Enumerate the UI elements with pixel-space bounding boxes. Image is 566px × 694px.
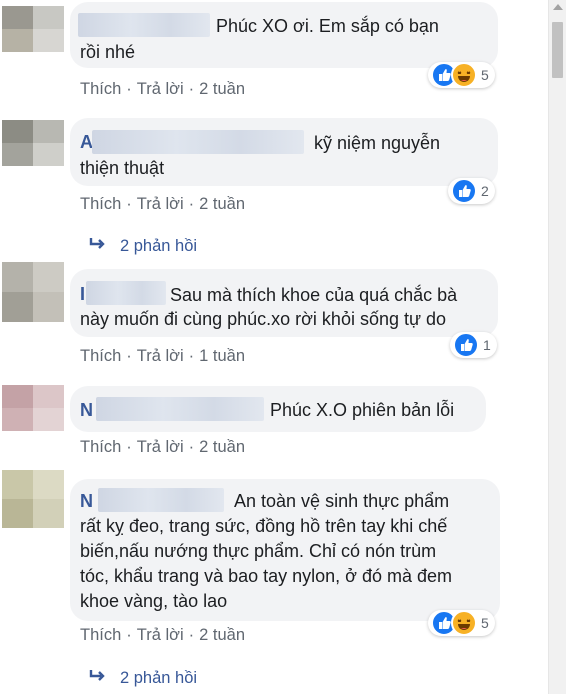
comment-text: này muốn đi cùng phúc.xo rời khỏi sống t… (80, 309, 447, 329)
reply-link[interactable]: Trả lời (137, 438, 184, 456)
separator: · (188, 626, 195, 644)
comment-bubble: N An toàn vệ sinh thực phẩm rất kỵ đeo, … (70, 479, 500, 621)
separator: · (126, 347, 132, 365)
timestamp-link[interactable]: 1 tuần (199, 347, 245, 365)
reaction-summary[interactable]: 5 (428, 62, 495, 88)
comment-actions: Thích · Trả lời · 2 tuần (80, 437, 245, 457)
reaction-summary[interactable]: 1 (450, 332, 497, 358)
commenter-name[interactable] (92, 130, 304, 154)
commenter-initial[interactable]: N (80, 489, 93, 513)
like-icon (451, 178, 477, 204)
comment-text: rồi nhé (80, 42, 136, 62)
reply-link[interactable]: Trả lời (137, 80, 184, 98)
reaction-count: 5 (481, 67, 489, 83)
haha-icon (451, 62, 477, 88)
comment-text: thiện thuật (80, 158, 165, 178)
comment-bubble: I Sau mà thích khoe của quá chắc bà này … (70, 269, 498, 337)
comment-text: Phúc XO ơi. Em sắp có bạn (216, 16, 439, 36)
reply-link[interactable]: Trả lời (137, 626, 184, 644)
like-link[interactable]: Thích (80, 626, 121, 644)
replies-count-label: 2 phản hồi (120, 237, 198, 255)
separator: · (126, 195, 132, 213)
comment-actions: Thích · Trả lời · 2 tuần (80, 194, 245, 214)
haha-icon (451, 610, 477, 636)
avatar[interactable] (2, 262, 64, 322)
comment-actions: Thích · Trả lời · 2 tuần (80, 79, 245, 99)
comment-text: Phúc X.O phiên bản lỗi (270, 400, 455, 420)
timestamp-link[interactable]: 2 tuần (199, 626, 245, 644)
reply-link[interactable]: Trả lời (137, 195, 184, 213)
commenter-name[interactable] (78, 13, 210, 37)
reaction-count: 5 (481, 615, 489, 631)
comment-text: Sau mà thích khoe của quá chắc bà (170, 285, 458, 305)
separator: · (188, 195, 195, 213)
comment-text: biến,nấu nướng thực phẩm. Chỉ có nón trù… (80, 541, 437, 561)
like-link[interactable]: Thích (80, 347, 121, 365)
comment-bubble: N Phúc X.O phiên bản lỗi (70, 386, 486, 432)
comment-actions: Thích · Trả lời · 2 tuần (80, 625, 245, 645)
comment-text: khoe vàng, tào lao (80, 591, 228, 611)
commenter-name[interactable] (98, 488, 224, 512)
avatar[interactable] (2, 385, 64, 431)
avatar[interactable] (2, 6, 64, 52)
scrollbar-thumb[interactable] (552, 22, 563, 78)
like-icon (453, 332, 479, 358)
scroll-up-arrow-icon[interactable] (553, 4, 563, 10)
reaction-count: 1 (483, 337, 491, 353)
replies-count-label: 2 phản hồi (120, 669, 198, 687)
separator: · (188, 438, 195, 456)
comment-text: An toàn vệ sinh thực phẩm (234, 491, 450, 511)
timestamp-link[interactable]: 2 tuần (199, 438, 245, 456)
reply-link[interactable]: Trả lời (137, 347, 184, 365)
comment-text: tóc, khẩu trang và bao tay nylon, ở đó m… (80, 566, 453, 586)
reaction-summary[interactable]: 2 (448, 178, 495, 204)
view-replies-link[interactable]: 2 phản hồi (88, 668, 197, 688)
like-link[interactable]: Thích (80, 80, 121, 98)
reply-arrow-icon (88, 236, 106, 256)
separator: · (188, 80, 195, 98)
commenter-name[interactable] (96, 397, 264, 421)
timestamp-link[interactable]: 2 tuần (199, 195, 245, 213)
commenter-initial[interactable]: I (80, 282, 85, 306)
comment-feed: Phúc XO ơi. Em sắp có bạn rồi nhé 5 Thíc… (0, 0, 546, 694)
separator: · (188, 347, 195, 365)
avatar[interactable] (2, 120, 64, 166)
avatar[interactable] (2, 470, 64, 528)
commenter-name[interactable] (86, 281, 166, 305)
separator: · (126, 438, 132, 456)
view-replies-link[interactable]: 2 phản hồi (88, 236, 197, 256)
separator: · (126, 80, 132, 98)
reaction-summary[interactable]: 5 (428, 610, 495, 636)
like-link[interactable]: Thích (80, 438, 121, 456)
timestamp-link[interactable]: 2 tuần (199, 80, 245, 98)
separator: · (126, 626, 132, 644)
comment-bubble: A kỹ niệm nguyễn thiện thuật (70, 118, 498, 186)
comment-actions: Thích · Trả lời · 1 tuần (80, 346, 245, 366)
vertical-scrollbar[interactable] (548, 0, 566, 694)
reaction-count: 2 (481, 183, 489, 199)
like-link[interactable]: Thích (80, 195, 121, 213)
commenter-initial[interactable]: N (80, 398, 93, 422)
comment-text: kỹ niệm nguyễn (314, 133, 441, 153)
comment-text: rất kỵ đeo, trang sức, đồng hồ trên tay … (80, 516, 448, 536)
comment-bubble: Phúc XO ơi. Em sắp có bạn rồi nhé (70, 2, 498, 68)
reply-arrow-icon (88, 668, 106, 688)
